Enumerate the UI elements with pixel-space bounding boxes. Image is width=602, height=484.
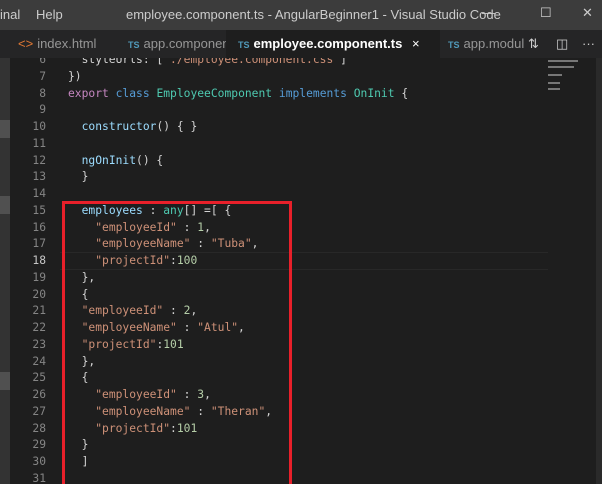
- code-text: styleUrls: ['./employee.component.css']: [68, 58, 347, 68]
- code-text: }: [68, 168, 89, 185]
- typescript-file-icon: TS: [128, 40, 140, 50]
- code-text: export class EmployeeComponent implement…: [68, 85, 408, 102]
- line-number: 20: [32, 287, 46, 301]
- code-token: ngOnInit: [81, 153, 137, 167]
- code-line: 13 }: [0, 168, 602, 185]
- more-actions-icon[interactable]: ···: [582, 30, 595, 58]
- code-line: 12 ngOnInit() {: [0, 152, 602, 169]
- code-text: }): [68, 68, 82, 85]
- minimize-button[interactable]: —: [482, 5, 495, 20]
- code-line: 14: [0, 185, 602, 202]
- line-number: 17: [32, 237, 46, 251]
- code-token: constructor: [81, 120, 157, 133]
- html-file-icon: <>: [18, 36, 34, 51]
- tab-employee-component[interactable]: TS employee.component.ts ×: [226, 30, 440, 58]
- tab-label: employee.component.ts: [253, 36, 403, 51]
- code-line: 11: [0, 135, 602, 152]
- close-tab-icon[interactable]: ×: [412, 36, 420, 51]
- line-number: 9: [39, 103, 46, 117]
- code-line: 10 constructor() { }: [0, 118, 602, 135]
- code-editor[interactable]: 6 styleUrls: ['./employee.component.css'…: [0, 58, 602, 484]
- line-number: 7: [39, 69, 46, 83]
- code-token: {: [394, 86, 409, 100]
- line-number: 16: [32, 220, 46, 234]
- line-number: 10: [32, 120, 46, 133]
- window-title: employee.component.ts - AngularBeginner1…: [126, 7, 501, 22]
- tab-index-html[interactable]: <> index.html: [8, 30, 118, 58]
- minimap[interactable]: [546, 58, 596, 98]
- line-number: 14: [32, 187, 46, 200]
- code-token: export: [68, 86, 109, 100]
- code-text: ngOnInit() {: [68, 152, 164, 169]
- line-number: 22: [32, 321, 46, 334]
- tab-app-module[interactable]: TS app.modul: [440, 30, 528, 58]
- tab-label: index.html: [37, 36, 97, 51]
- typescript-file-icon: TS: [448, 40, 460, 50]
- close-window-button[interactable]: ✕: [582, 5, 593, 21]
- open-changes-icon[interactable]: ⇅: [528, 30, 539, 58]
- code-token: styleUrls: [: [68, 58, 164, 66]
- menu-terminal[interactable]: inal: [0, 7, 20, 22]
- line-number: 23: [32, 337, 46, 351]
- line-number: 24: [32, 354, 46, 368]
- line-number: 18: [32, 254, 46, 267]
- line-number: 11: [32, 136, 46, 150]
- line-number: 12: [32, 153, 46, 167]
- code-line: 6 styleUrls: ['./employee.component.css'…: [0, 58, 602, 68]
- code-token: ]: [340, 58, 347, 66]
- line-number: 28: [32, 421, 46, 435]
- typescript-file-icon: TS: [238, 40, 250, 50]
- code-line: 7}): [0, 68, 602, 85]
- code-token: OnInit: [353, 86, 395, 100]
- line-number: 26: [32, 388, 46, 401]
- code-text: constructor() { }: [68, 118, 198, 135]
- code-token: './employee.component.css': [163, 58, 341, 66]
- line-number: 27: [32, 404, 46, 418]
- line-number: 21: [32, 304, 46, 318]
- line-number: 15: [32, 203, 46, 217]
- menu-help[interactable]: Help: [36, 7, 63, 22]
- line-number: 13: [32, 170, 46, 184]
- tab-label: app.modul: [463, 36, 525, 51]
- split-editor-icon[interactable]: ◫: [556, 30, 568, 58]
- title-bar: inal Help employee.component.ts - Angula…: [0, 0, 602, 30]
- code-token: class: [115, 86, 150, 100]
- code-token: () { }: [156, 120, 198, 133]
- vertical-scrollbar[interactable]: [596, 58, 602, 484]
- code-token: }: [68, 170, 89, 184]
- code-token: EmployeeComponent: [156, 86, 273, 100]
- line-number: 31: [32, 471, 46, 484]
- line-number: 30: [32, 455, 46, 468]
- maximize-button[interactable]: ☐: [540, 5, 552, 21]
- highlight-box: [62, 201, 292, 484]
- code-token: implements: [278, 86, 347, 100]
- line-number: 29: [32, 438, 46, 452]
- line-number: 8: [39, 86, 46, 100]
- code-token: }): [68, 69, 82, 83]
- code-line: 8 export class EmployeeComponent implemen…: [0, 85, 602, 102]
- line-number: 6: [39, 58, 46, 66]
- code-token: () {: [136, 153, 164, 167]
- line-number: 19: [32, 270, 46, 284]
- editor-tabs: <> index.html TS app.component.ts TS employ…: [0, 30, 602, 58]
- code-line: 9: [0, 101, 602, 118]
- line-number: 25: [32, 371, 46, 385]
